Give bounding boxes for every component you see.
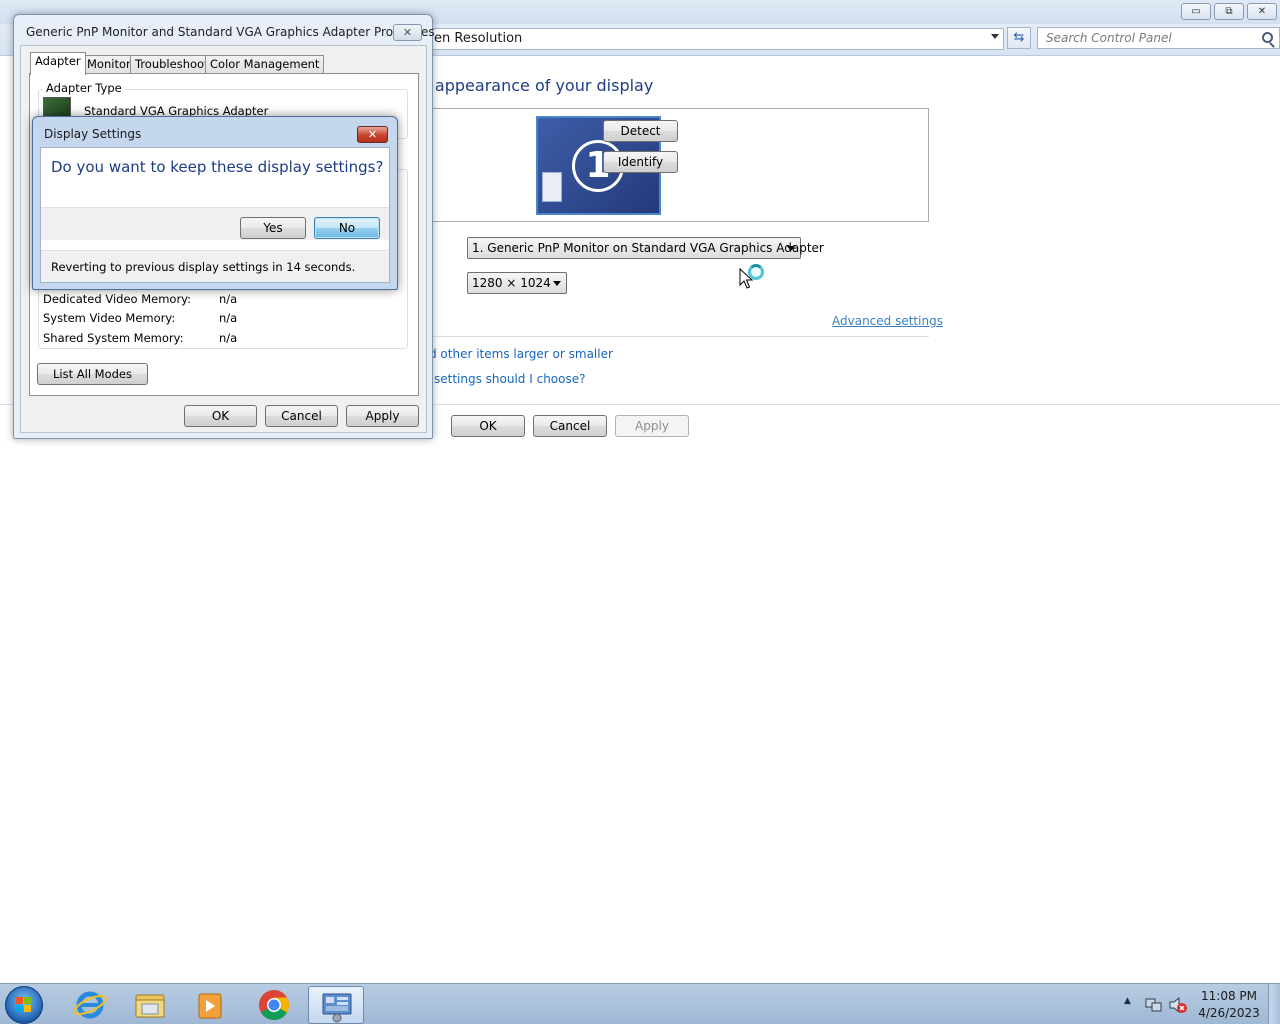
display-settings-dialog: Display Settings ✕ Do you want to keep t…: [32, 116, 398, 290]
show-desktop-button[interactable]: [1268, 984, 1280, 1024]
page-title: e appearance of your display: [420, 76, 654, 95]
chevron-down-icon: [553, 281, 561, 286]
media-player-icon: [198, 993, 222, 1019]
taskbar-media-player[interactable]: [182, 986, 238, 1024]
dialog-title: Generic PnP Monitor and Standard VGA Gra…: [26, 25, 435, 39]
refresh-button[interactable]: ⇆: [1007, 27, 1031, 49]
no-button[interactable]: No: [314, 217, 380, 239]
memory-label: Dedicated Video Memory:: [43, 292, 192, 306]
memory-label: Shared System Memory:: [43, 331, 184, 345]
windows-logo-icon: [16, 997, 32, 1013]
close-button[interactable]: ✕: [357, 126, 388, 143]
apply-button[interactable]: Apply: [615, 415, 689, 437]
detect-button[interactable]: Detect: [603, 120, 678, 142]
dialog-content: Do you want to keep these display settin…: [40, 147, 390, 283]
cancel-button[interactable]: Cancel: [533, 415, 607, 437]
taskbar-file-explorer[interactable]: [122, 986, 178, 1024]
taskbar: ▲ 11:08 PM 4/26/2023: [0, 983, 1280, 1024]
revert-countdown-text: Reverting to previous display settings i…: [51, 260, 356, 274]
tab-color-management[interactable]: Color Management: [205, 55, 325, 74]
tab-monitor[interactable]: Monitor: [82, 55, 136, 74]
clock-date[interactable]: 4/26/2023: [1196, 1006, 1262, 1020]
network-icon[interactable]: [1145, 996, 1163, 1014]
search-icon[interactable]: [1262, 32, 1273, 43]
search-input[interactable]: Search Control Panel: [1037, 27, 1280, 49]
clock-time[interactable]: 11:08 PM: [1196, 989, 1262, 1003]
chevron-down-icon: [787, 246, 795, 251]
list-all-modes-button[interactable]: List All Modes: [37, 363, 148, 385]
internet-explorer-icon: [73, 991, 107, 1019]
cancel-button[interactable]: Cancel: [265, 405, 338, 427]
which-settings-link[interactable]: settings should I choose?: [434, 372, 585, 386]
memory-label: System Video Memory:: [43, 311, 176, 325]
advanced-settings-link[interactable]: Advanced settings: [832, 314, 943, 328]
text-size-link[interactable]: d other items larger or smaller: [429, 347, 613, 361]
button-row: Yes No: [41, 207, 389, 240]
minimize-button[interactable]: ▭: [1181, 3, 1211, 20]
taskbar-chrome[interactable]: [246, 986, 302, 1024]
dialog-title: Display Settings: [44, 127, 142, 141]
address-text: en Resolution: [434, 31, 523, 46]
memory-value: n/a: [219, 292, 238, 306]
ok-button[interactable]: OK: [451, 415, 525, 437]
tab-troubleshoot[interactable]: Troubleshoot: [130, 55, 214, 74]
chevron-down-icon[interactable]: [991, 34, 999, 39]
divider: [420, 336, 929, 337]
identify-button[interactable]: Identify: [603, 151, 678, 173]
memory-value: n/a: [219, 331, 238, 345]
mouse-pointer-icon: [739, 268, 753, 289]
memory-value: n/a: [219, 311, 238, 325]
start-button[interactable]: [5, 986, 43, 1024]
taskbar-control-panel[interactable]: [308, 986, 364, 1024]
control-panel-icon: [322, 993, 352, 1023]
countdown-footer: Reverting to previous display settings i…: [41, 250, 389, 282]
ok-button[interactable]: OK: [184, 405, 257, 427]
monitor-preview-icon: [542, 172, 562, 202]
close-window-button[interactable]: ✕: [1247, 3, 1277, 20]
adapter-type-label: Adapter Type: [43, 81, 125, 95]
confirmation-question: Do you want to keep these display settin…: [51, 158, 384, 176]
tab-adapter[interactable]: Adapter: [30, 52, 86, 75]
restore-button[interactable]: ⧉: [1214, 3, 1244, 20]
resolution-select[interactable]: 1280 × 1024: [467, 272, 567, 294]
search-placeholder: Search Control Panel: [1046, 31, 1172, 45]
taskbar-internet-explorer[interactable]: [62, 986, 118, 1024]
close-button[interactable]: ✕: [393, 24, 422, 41]
apply-button[interactable]: Apply: [346, 405, 419, 427]
monitor-arrangement-panel: 1 Detect Identify: [420, 108, 929, 222]
resolution-select-value: 1280 × 1024: [472, 276, 551, 290]
display-select-value: 1. Generic PnP Monitor on Standard VGA G…: [472, 241, 824, 255]
volume-muted-icon[interactable]: [1169, 996, 1187, 1014]
chrome-icon: [259, 990, 289, 1021]
yes-button[interactable]: Yes: [240, 217, 306, 239]
show-hidden-icons-button[interactable]: ▲: [1124, 996, 1131, 1006]
display-select[interactable]: 1. Generic PnP Monitor on Standard VGA G…: [467, 237, 824, 259]
folder-icon: [135, 994, 165, 1018]
